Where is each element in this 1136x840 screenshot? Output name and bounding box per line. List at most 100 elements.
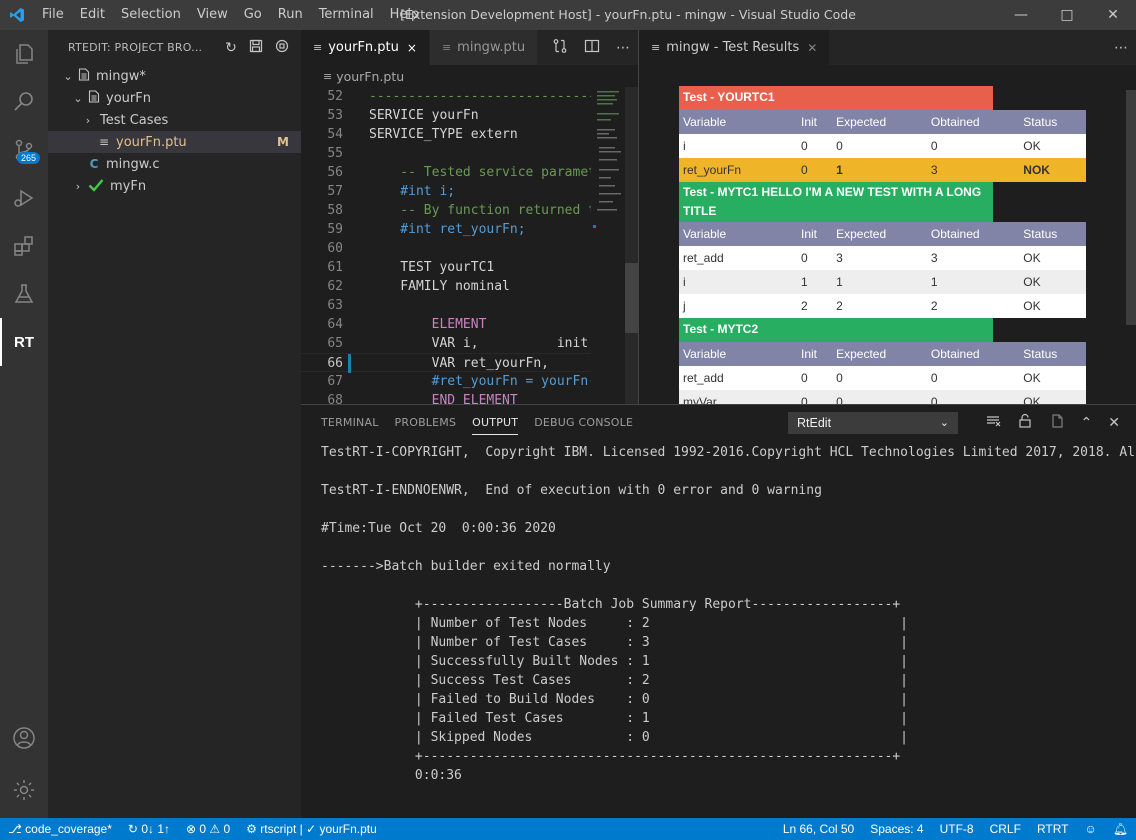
chevron-down-icon[interactable]: ⌄: [60, 70, 76, 83]
chevron-right-icon[interactable]: ›: [70, 180, 86, 193]
project-browser-sidebar: RTEDIT: PROJECT BRO... ↻ ⌄ mingw* ⌄ yourFn ›…: [48, 30, 301, 818]
tab-debug-console[interactable]: DEBUG CONSOLE: [526, 405, 641, 441]
tab-yourfn-ptu[interactable]: ≡ yourFn.ptu ×: [301, 30, 430, 65]
run-debug-icon[interactable]: [0, 174, 48, 222]
compare-changes-icon[interactable]: [552, 38, 568, 58]
editor-scrollbar-track[interactable]: [625, 87, 638, 404]
account-icon[interactable]: [0, 714, 48, 762]
tab-terminal[interactable]: TERMINAL: [313, 405, 387, 441]
menu-item-help[interactable]: Help: [382, 0, 428, 30]
lock-scroll-icon[interactable]: [1017, 413, 1033, 433]
results-scrollbar-thumb[interactable]: [1126, 90, 1136, 325]
menu-item-view[interactable]: View: [189, 0, 236, 30]
tree-item-test-cases[interactable]: › Test Cases: [48, 109, 301, 131]
table-cell: 3: [926, 246, 1020, 270]
table-cell: ret_yourFn: [679, 158, 797, 182]
menu-item-selection[interactable]: Selection: [113, 0, 189, 30]
scm-badge: 265: [16, 152, 40, 164]
line-number: 63: [327, 298, 343, 313]
stop-icon[interactable]: [275, 39, 289, 57]
split-editor-icon[interactable]: [584, 38, 600, 58]
refresh-icon[interactable]: ↻: [225, 40, 237, 56]
table-cell: 1: [832, 158, 927, 182]
tab-test-results[interactable]: ≡ mingw - Test Results ✕: [639, 30, 831, 65]
tree-item-mingw-c[interactable]: Cmingw.c: [48, 153, 301, 175]
close-panel-icon[interactable]: ✕: [1108, 415, 1120, 431]
line-number: 60: [327, 241, 343, 256]
tree-item-mingw[interactable]: ⌄ mingw*: [48, 65, 301, 87]
table-cell: 1: [926, 270, 1020, 294]
minimize-icon[interactable]: —: [998, 0, 1044, 30]
code-line: 67 #ret_yourFn = yourFn(i);: [301, 372, 591, 391]
encoding[interactable]: UTF-8: [932, 822, 982, 836]
open-log-icon[interactable]: [1049, 413, 1065, 433]
breadcrumb[interactable]: ≡ yourFn.ptu: [301, 65, 638, 87]
problems-indicator[interactable]: ⊗ 0 ⚠ 0: [178, 822, 238, 836]
tab-problems[interactable]: PROBLEMS: [387, 405, 465, 441]
tab-lines-icon: ≡: [441, 41, 452, 54]
chevron-down-icon[interactable]: ⌄: [70, 92, 86, 105]
rt-extension-icon[interactable]: RT: [0, 318, 48, 366]
code-line: 57 #int i;: [301, 182, 591, 201]
more-actions-icon[interactable]: ⋯: [616, 40, 630, 56]
table-cell: i: [679, 270, 797, 294]
report-viewport[interactable]: Test - YOURTC1 Variable Init Expected Obtain…: [639, 65, 1127, 404]
language-status[interactable]: ⚙ rtscript | ✓ yourFn.ptu: [238, 822, 385, 836]
chevron-right-icon[interactable]: ›: [80, 114, 96, 127]
modified-badge: M: [277, 135, 289, 149]
tab-label: yourFn.ptu: [328, 40, 399, 55]
menu-item-edit[interactable]: Edit: [72, 0, 113, 30]
more-actions-icon[interactable]: ⋯: [1114, 40, 1128, 56]
output-channel-select[interactable]: RtEdit ⌄: [788, 412, 958, 434]
editor-scrollbar-thumb[interactable]: [625, 263, 638, 333]
table-header-row: Variable Init Expected Obtained Status: [679, 110, 1086, 134]
save-icon[interactable]: [249, 39, 263, 57]
activity-bar: 265 RT: [0, 30, 48, 818]
notifications-bell-icon[interactable]: 🔔︎: [1105, 822, 1136, 836]
menu-item-file[interactable]: File: [34, 0, 72, 30]
close-window-icon[interactable]: ✕: [1090, 0, 1136, 30]
tree-item-yourfn[interactable]: ⌄ yourFn: [48, 87, 301, 109]
testing-flask-icon[interactable]: [0, 270, 48, 318]
maximize-icon[interactable]: □: [1044, 0, 1090, 30]
source-control-icon[interactable]: 265: [0, 126, 48, 174]
line-endings[interactable]: CRLF: [982, 822, 1029, 836]
table-row: j 2 2 2 OK: [679, 294, 1086, 318]
branch-indicator[interactable]: ⎇ code_coverage*: [0, 822, 120, 836]
maximize-panel-icon[interactable]: ⌃: [1081, 415, 1093, 431]
output-line: TestRT-I-ENDNOENWR, End of execution wit…: [321, 483, 822, 498]
feedback-icon[interactable]: ☺: [1077, 822, 1105, 836]
menu-item-go[interactable]: Go: [236, 0, 270, 30]
close-tab-icon[interactable]: ✕: [807, 41, 817, 55]
tab-lines-icon: ≡: [313, 41, 323, 54]
output-log[interactable]: TestRT-I-COPYRIGHT, Copyright IBM. Licen…: [321, 443, 1136, 819]
table-cell: j: [679, 294, 797, 318]
cursor-position[interactable]: Ln 66, Col 50: [775, 822, 862, 836]
settings-gear-icon[interactable]: [0, 766, 48, 814]
extensions-icon[interactable]: [0, 222, 48, 270]
minimap[interactable]: [591, 87, 638, 404]
sync-counts: 0↓ 1↑: [141, 822, 170, 836]
menu-item-terminal[interactable]: Terminal: [311, 0, 382, 30]
table-cell: 0: [832, 134, 927, 158]
tab-mingw-ptu[interactable]: ≡ mingw.ptu: [429, 30, 539, 65]
file-icon: [76, 68, 92, 84]
tab-output[interactable]: OUTPUT: [464, 405, 526, 441]
code-editor[interactable]: 52 --------------------------------------…: [301, 87, 591, 404]
search-icon[interactable]: [0, 78, 48, 126]
menu-item-run[interactable]: Run: [270, 0, 311, 30]
line-number: 58: [327, 203, 343, 218]
tree-item-myfn[interactable]: › myFn: [48, 175, 301, 197]
indentation[interactable]: Spaces: 4: [862, 822, 931, 836]
output-line: 0:0:36: [321, 768, 462, 783]
tree-item-yourfn-ptu[interactable]: ≡ yourFn.ptu M: [48, 131, 301, 153]
clear-output-icon[interactable]: [985, 413, 1001, 433]
sync-indicator[interactable]: ↻ 0↓ 1↑: [120, 822, 178, 836]
close-tab-icon[interactable]: ×: [407, 41, 417, 55]
table-cell: OK: [1019, 246, 1086, 270]
explorer-icon[interactable]: [0, 30, 48, 78]
mode-indicator[interactable]: RTRT: [1029, 822, 1077, 836]
table-cell: ret_add: [679, 246, 797, 270]
breadcrumb-lines-icon: ≡: [323, 69, 333, 83]
